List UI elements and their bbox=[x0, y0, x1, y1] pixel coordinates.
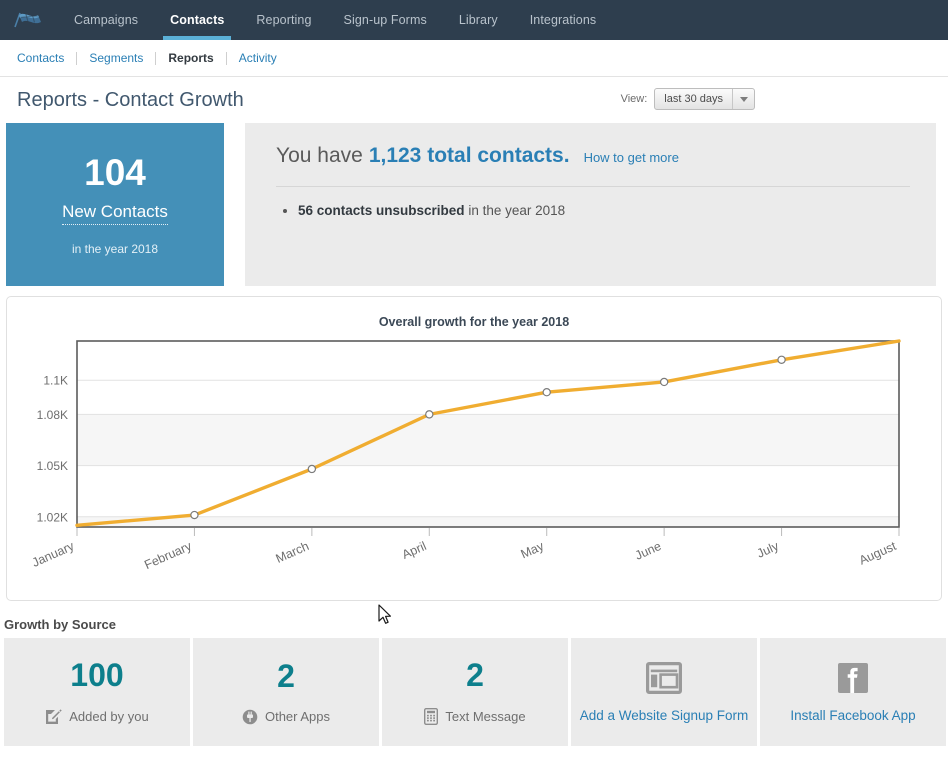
total-contacts-headline: You have 1,123 total contacts. How to ge… bbox=[276, 144, 910, 168]
subnav-item-label: Reports bbox=[168, 51, 214, 65]
nav-item-label: Integrations bbox=[529, 13, 597, 27]
facebook-icon bbox=[838, 662, 868, 693]
source-card-label[interactable]: Add a Website Signup Form bbox=[580, 708, 749, 723]
subnav-item-reports[interactable]: Reports bbox=[156, 51, 225, 65]
new-contacts-label[interactable]: New Contacts bbox=[62, 202, 168, 225]
new-contacts-value: 104 bbox=[84, 151, 146, 193]
subnav-item-activity[interactable]: Activity bbox=[227, 51, 289, 65]
info-divider bbox=[276, 186, 910, 187]
plug-circle-icon bbox=[242, 709, 258, 724]
svg-text:January: January bbox=[30, 539, 77, 570]
nav-item-library[interactable]: Library bbox=[443, 0, 514, 40]
subnav-item-contacts[interactable]: Contacts bbox=[17, 51, 76, 65]
view-range-value: last 30 days bbox=[655, 89, 733, 109]
nav-item-integrations[interactable]: Integrations bbox=[514, 0, 613, 40]
svg-text:June: June bbox=[633, 539, 664, 563]
subnav-item-label: Contacts bbox=[17, 51, 65, 65]
svg-text:1.05K: 1.05K bbox=[37, 459, 68, 473]
growth-by-source-row: 100 Added by you 2 Other Apps 2 Text Mes… bbox=[0, 638, 948, 746]
top-nav-items: Campaigns Contacts Reporting Sign-up For… bbox=[58, 0, 612, 40]
svg-text:1.02K: 1.02K bbox=[37, 510, 68, 524]
chevron-down-icon bbox=[733, 89, 754, 109]
source-card-label: Added by you bbox=[69, 709, 149, 724]
source-card-label-wrap: Text Message bbox=[424, 708, 526, 725]
keypad-icon bbox=[424, 708, 439, 725]
nav-item-label: Campaigns bbox=[74, 13, 139, 27]
growth-by-source-title: Growth by Source bbox=[4, 617, 116, 632]
source-card-label: Other Apps bbox=[264, 709, 331, 724]
how-to-get-more-link[interactable]: How to get more bbox=[584, 150, 679, 165]
subnav-item-label: Segments bbox=[89, 51, 144, 65]
source-card-added-by-you[interactable]: 100 Added by you bbox=[4, 638, 190, 746]
view-control: View: last 30 days bbox=[621, 88, 755, 110]
unsubscribed-bullet: 56 contacts unsubscribed in the year 201… bbox=[298, 201, 910, 221]
source-card-label-wrap: Other Apps bbox=[242, 709, 330, 725]
chart-title: Overall growth for the year 2018 bbox=[378, 315, 570, 329]
sub-navigation-bar: Contacts Segments Reports Activity bbox=[0, 40, 948, 77]
source-card-text-message[interactable]: 2 Text Message bbox=[382, 638, 568, 746]
svg-text:1.1K: 1.1K bbox=[43, 374, 68, 388]
flag-logo-icon bbox=[14, 12, 41, 28]
svg-text:August: August bbox=[857, 539, 899, 568]
website-form-icon bbox=[646, 661, 682, 694]
source-card-value: 2 bbox=[466, 657, 484, 693]
nav-item-reporting[interactable]: Reporting bbox=[240, 0, 327, 40]
view-range-dropdown[interactable]: last 30 days bbox=[654, 88, 755, 110]
nav-item-contacts[interactable]: Contacts bbox=[154, 0, 240, 40]
growth-chart-panel: Overall growth for the year 2018 1.02K 1.… bbox=[6, 296, 942, 601]
source-card-website-signup-form[interactable]: Add a Website Signup Form bbox=[571, 638, 757, 746]
total-contacts-value: 1,123 total contacts. bbox=[368, 144, 570, 167]
nav-item-campaigns[interactable]: Campaigns bbox=[58, 0, 154, 40]
source-card-value: 2 bbox=[277, 657, 295, 694]
source-card-facebook-app[interactable]: Install Facebook App bbox=[760, 638, 946, 746]
page-header: Reports - Contact Growth View: last 30 d… bbox=[0, 77, 948, 123]
view-label: View: bbox=[620, 93, 648, 105]
subnav-item-label: Activity bbox=[238, 51, 277, 65]
new-contacts-stat-card: 104 New Contacts in the year 2018 bbox=[6, 123, 224, 286]
nav-item-label: Sign-up Forms bbox=[343, 13, 427, 27]
unsubscribed-period: in the year 2018 bbox=[468, 203, 566, 218]
svg-text:1.08K: 1.08K bbox=[37, 408, 68, 422]
subnav-item-segments[interactable]: Segments bbox=[77, 51, 155, 65]
top-navigation-bar: Campaigns Contacts Reporting Sign-up For… bbox=[0, 0, 948, 40]
summary-row: 104 New Contacts in the year 2018 You ha… bbox=[0, 123, 948, 286]
nav-item-label: Contacts bbox=[170, 13, 225, 27]
nav-item-label: Library bbox=[458, 13, 498, 27]
source-card-label[interactable]: Install Facebook App bbox=[790, 708, 915, 723]
total-contacts-lead: You have bbox=[276, 144, 363, 167]
new-contacts-period: in the year 2018 bbox=[71, 241, 159, 256]
info-bullet-list: 56 contacts unsubscribed in the year 201… bbox=[276, 201, 910, 221]
overall-growth-line-chart[interactable]: 1.02K 1.05K 1.08K 1.1K January February March A… bbox=[7, 329, 941, 584]
app-logo[interactable] bbox=[0, 0, 58, 40]
source-card-label: Text Message bbox=[445, 709, 526, 724]
svg-text:April: April bbox=[400, 539, 429, 562]
nav-item-signup-forms[interactable]: Sign-up Forms bbox=[328, 0, 443, 40]
page-title: Reports - Contact Growth bbox=[17, 88, 244, 111]
nav-item-label: Reporting bbox=[256, 13, 312, 27]
unsubscribed-count: 56 contacts unsubscribed bbox=[298, 203, 465, 218]
pencil-square-icon bbox=[46, 709, 62, 724]
source-card-label-wrap: Added by you bbox=[45, 708, 149, 725]
total-contacts-info-card: You have 1,123 total contacts. How to ge… bbox=[245, 123, 936, 286]
source-card-other-apps[interactable]: 2 Other Apps bbox=[193, 638, 379, 746]
svg-text:May: May bbox=[519, 539, 547, 562]
svg-text:July: July bbox=[755, 539, 782, 561]
svg-text:March: March bbox=[274, 539, 311, 566]
source-card-value: 100 bbox=[70, 657, 124, 693]
svg-text:February: February bbox=[142, 539, 194, 572]
